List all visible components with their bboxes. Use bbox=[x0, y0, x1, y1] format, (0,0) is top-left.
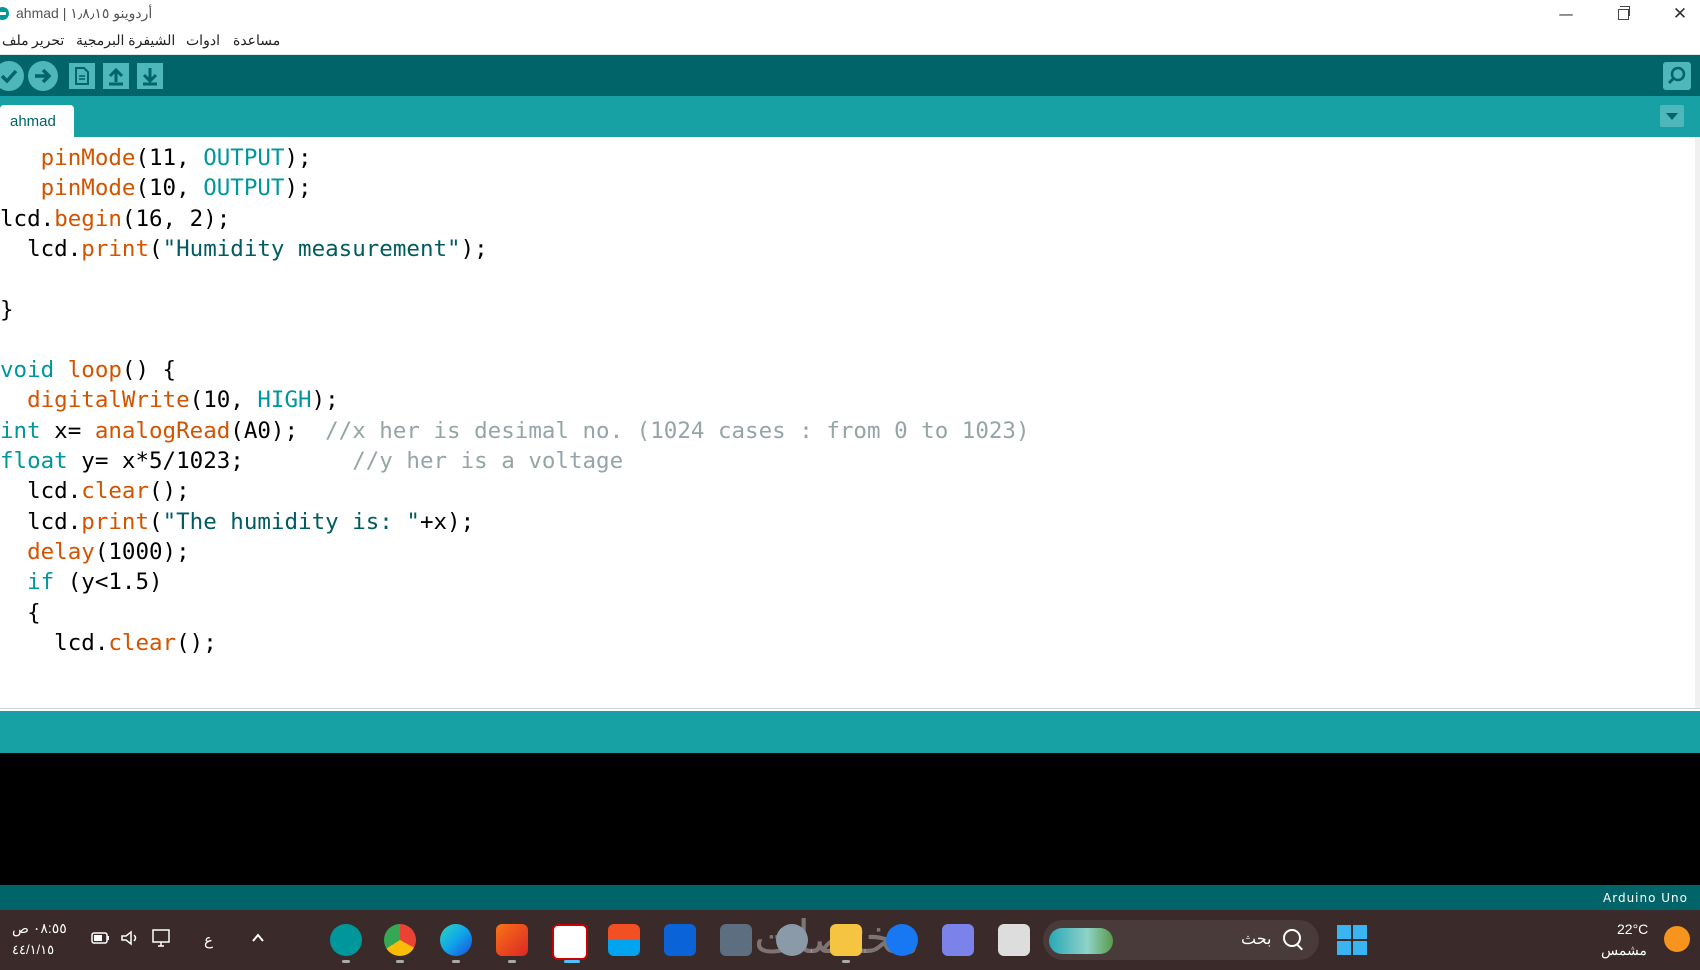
snipping-tool-icon[interactable] bbox=[552, 924, 588, 960]
code-line[interactable]: lcd.begin(16, 2); bbox=[0, 203, 230, 236]
explorer-running-indicator bbox=[842, 960, 850, 963]
start-button[interactable] bbox=[1337, 925, 1367, 955]
close-button[interactable]: ✕ bbox=[1660, 2, 1700, 26]
code-line[interactable]: delay(1000); bbox=[0, 536, 190, 569]
sun-icon[interactable] bbox=[1664, 926, 1690, 952]
title-bar: ahmad | أردوينو ١٫٨٫١٥ — ✕ bbox=[0, 0, 1700, 29]
search-label: بحث bbox=[1241, 931, 1272, 948]
new-button[interactable] bbox=[69, 63, 95, 89]
search-highlight-image bbox=[1049, 928, 1113, 954]
code-line[interactable]: int x= analogRead(A0); //x her is desima… bbox=[0, 415, 1030, 448]
task-view-icon[interactable] bbox=[998, 924, 1030, 956]
code-line[interactable]: if (y<1.5) bbox=[0, 566, 162, 599]
volume-icon[interactable] bbox=[119, 928, 141, 948]
windows-logo-pane bbox=[1337, 941, 1351, 955]
board-label: Arduino Uno bbox=[1603, 891, 1688, 905]
store-icon[interactable] bbox=[608, 924, 640, 956]
chat-icon[interactable] bbox=[942, 924, 974, 956]
menu-sketch[interactable]: الشيفرة البرمجية bbox=[76, 32, 175, 49]
menu-tools[interactable]: ادوات bbox=[186, 32, 220, 49]
board-bar: Arduino Uno bbox=[0, 885, 1700, 910]
code-line[interactable]: { bbox=[0, 597, 41, 630]
search-icon bbox=[1283, 929, 1301, 947]
status-bar bbox=[0, 711, 1700, 753]
restore-icon bbox=[1617, 6, 1630, 20]
save-button[interactable] bbox=[137, 63, 163, 89]
clock-time[interactable]: ٠٨:٥٥ ص bbox=[12, 920, 67, 937]
arrow-down-icon bbox=[142, 68, 158, 86]
upload-button[interactable] bbox=[28, 61, 58, 91]
menu-file[interactable]: ملف bbox=[2, 32, 29, 49]
verify-button[interactable] bbox=[0, 61, 24, 91]
facebook-icon[interactable] bbox=[886, 924, 918, 956]
code-line[interactable]: lcd.print("The humidity is: "+x); bbox=[0, 506, 474, 539]
network-icon[interactable] bbox=[150, 926, 174, 950]
code-line[interactable]: } bbox=[0, 294, 14, 327]
mail-icon[interactable] bbox=[664, 924, 696, 956]
edge-running-indicator bbox=[452, 960, 460, 963]
checkmark-icon bbox=[0, 69, 18, 84]
code-line[interactable]: pinMode(10, OUTPUT); bbox=[0, 172, 312, 205]
menu-bar: ملف تحرير الشيفرة البرمجية ادوات مساعدة bbox=[0, 29, 1700, 55]
code-line[interactable]: void loop() { bbox=[0, 354, 176, 387]
editor-scrollbar[interactable] bbox=[1695, 137, 1700, 708]
restore-button[interactable] bbox=[1603, 2, 1643, 26]
matlab-running-indicator bbox=[508, 960, 516, 963]
windows-logo-icon bbox=[1337, 925, 1351, 939]
arrow-right-icon bbox=[35, 68, 52, 84]
windows-logo-pane bbox=[1353, 925, 1367, 939]
file-explorer-icon[interactable] bbox=[830, 924, 862, 956]
arduino-running-indicator bbox=[342, 960, 350, 963]
edge-icon[interactable] bbox=[440, 924, 472, 956]
language-indicator[interactable]: ع bbox=[204, 931, 213, 949]
calculator-icon[interactable] bbox=[720, 924, 752, 956]
new-file-icon bbox=[75, 67, 89, 85]
code-line[interactable]: pinMode(11, OUTPUT); bbox=[0, 142, 312, 175]
console-output[interactable] bbox=[0, 753, 1700, 885]
tab-bar: ahmad bbox=[0, 96, 1700, 137]
weather-condition[interactable]: مشمس bbox=[1601, 942, 1647, 959]
chrome-running-indicator bbox=[396, 960, 404, 963]
code-line[interactable]: lcd.clear(); bbox=[0, 475, 190, 508]
chrome-icon[interactable] bbox=[384, 924, 416, 956]
menu-edit[interactable]: تحرير bbox=[32, 32, 64, 49]
magnifier-icon bbox=[1667, 66, 1686, 85]
arrow-up-icon bbox=[108, 67, 124, 86]
menu-help[interactable]: مساعدة bbox=[233, 32, 280, 49]
taskbar: مختصات ٠٨:٥٥ ص ٤٤/١/١٥ ع بحث 22°C مشمس bbox=[0, 910, 1700, 970]
arduino-logo-icon bbox=[0, 7, 9, 20]
code-line[interactable]: lcd.print("Humidity measurement"); bbox=[0, 233, 488, 266]
code-line[interactable]: digitalWrite(10, HIGH); bbox=[0, 384, 339, 417]
toolbar bbox=[0, 55, 1700, 96]
chevron-up-icon[interactable] bbox=[250, 930, 266, 946]
tab-ahmad[interactable]: ahmad bbox=[0, 105, 74, 137]
settings-icon[interactable] bbox=[776, 924, 808, 956]
serial-monitor-button[interactable] bbox=[1663, 62, 1691, 90]
weather-temperature[interactable]: 22°C bbox=[1617, 921, 1648, 937]
code-line[interactable]: lcd.clear(); bbox=[0, 627, 217, 660]
code-editor[interactable]: pinMode(11, OUTPUT); pinMode(10, OUTPUT)… bbox=[0, 137, 1700, 709]
windows-logo-pane bbox=[1353, 941, 1367, 955]
taskbar-search[interactable]: بحث bbox=[1043, 920, 1319, 960]
tab-menu-button[interactable] bbox=[1660, 105, 1684, 127]
clock-date[interactable]: ٤٤/١/١٥ bbox=[12, 942, 54, 958]
battery-icon[interactable] bbox=[90, 928, 112, 948]
snipping-running-indicator bbox=[564, 960, 580, 963]
matlab-icon[interactable] bbox=[496, 924, 528, 956]
code-line[interactable]: float y= x*5/1023; //y her is a voltage bbox=[0, 445, 623, 478]
tab-label: ahmad bbox=[10, 113, 56, 130]
open-button[interactable] bbox=[103, 63, 129, 89]
minimize-button[interactable]: — bbox=[1546, 2, 1586, 26]
window-title: ahmad | أردوينو ١٫٨٫١٥ bbox=[16, 5, 153, 21]
arduino-app-icon[interactable] bbox=[330, 924, 362, 956]
